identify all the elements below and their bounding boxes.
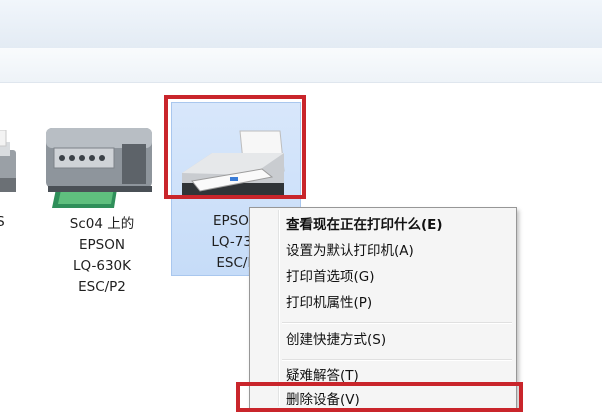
menu-item-see-whats-printing[interactable]: 查看现在正在打印什么(E) — [286, 214, 443, 236]
printer-icon — [0, 129, 16, 192]
menu-item-set-default-printer[interactable]: 设置为默认打印机(A) — [286, 240, 414, 262]
menu-item-printing-preferences[interactable]: 打印首选项(G) — [286, 266, 375, 288]
menu-separator — [282, 322, 512, 324]
printer-item-partial[interactable]: PS — [0, 129, 22, 290]
menu-item-remove-device[interactable]: 删除设备(V) — [286, 389, 360, 411]
menu-separator — [282, 359, 512, 361]
printer-item-sc04-epson-lq630k[interactable]: Sc04 上的 EPSON LQ-630K ESC/P2 — [42, 118, 162, 298]
toolbar — [0, 48, 602, 83]
printer-label: Sc04 上的 EPSON LQ-630K ESC/P2 — [69, 216, 135, 295]
menu-item-printer-properties[interactable]: 打印机属性(P) — [286, 292, 372, 314]
menu-item-create-shortcut[interactable]: 创建快捷方式(S) — [286, 329, 386, 351]
printer-icon — [46, 128, 152, 208]
window-title-bar — [0, 0, 602, 49]
context-menu: 查看现在正在打印什么(E) 设置为默认打印机(A) 打印首选项(G) 打印机属性… — [249, 207, 517, 409]
printer-icon — [182, 130, 285, 195]
menu-item-troubleshoot[interactable]: 疑难解答(T) — [286, 365, 359, 387]
printer-label: PS — [0, 214, 5, 230]
menu-gutter — [278, 210, 280, 406]
